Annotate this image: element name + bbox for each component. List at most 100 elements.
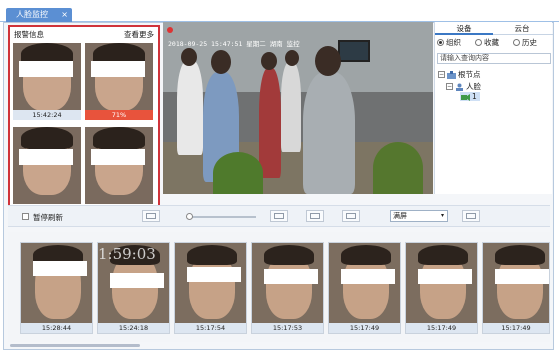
alarm-card[interactable]: 71% [85, 43, 153, 120]
person-head [315, 46, 341, 76]
collapse-icon[interactable]: − [438, 71, 445, 78]
zoom-slider[interactable] [186, 213, 256, 220]
layout-custom-button[interactable] [306, 210, 324, 222]
person-figure [303, 72, 355, 194]
alarm-card[interactable] [85, 127, 153, 204]
grid-icon [146, 213, 156, 219]
strip-scrollbar[interactable] [10, 344, 140, 347]
layout-3x3-button[interactable] [270, 210, 288, 222]
tab-bar: 人脸监控 × [0, 0, 559, 22]
capture-card[interactable]: 15:28:44 [20, 242, 93, 334]
person-figure [177, 60, 203, 155]
capture-strip: 15:28:44 1:59:03 15:24:18 15:17:54 15:17… [8, 232, 550, 342]
display-mode-select[interactable]: 满屏 ▾ [390, 210, 448, 222]
radio-label: 组织 [446, 38, 461, 47]
face-hair [495, 245, 545, 265]
capture-card[interactable]: 15:17:49 [405, 242, 478, 334]
alarm-card[interactable] [13, 127, 81, 204]
alarm-panel: 报警信息 查看更多 15:42:24 71% [8, 25, 160, 208]
camera-icon [461, 93, 470, 101]
display-mode-value: 满屏 [393, 212, 407, 220]
capture-time: 15:17:49 [483, 323, 549, 333]
capture-card[interactable]: 15:17:49 [328, 242, 401, 334]
layout-2x2-button[interactable] [142, 210, 160, 222]
capture-time: 15:17:49 [329, 323, 400, 333]
radio-favorites[interactable]: 收藏 [475, 37, 499, 48]
face-hair [418, 245, 468, 265]
face-hair [341, 245, 391, 265]
control-toolbar: 暂停刷新 满屏 ▾ [8, 205, 550, 227]
tab-devices[interactable]: 设备 [435, 22, 493, 35]
tree-node-camera-1[interactable]: 1 [460, 92, 480, 101]
face-hair [264, 245, 314, 265]
capture-card[interactable]: 15:17:54 [174, 242, 247, 334]
tab-face-monitor[interactable]: 人脸监控 × [6, 8, 72, 22]
privacy-mask [91, 149, 145, 165]
device-search-input[interactable]: 请输入查询内容 [437, 53, 551, 64]
capture-time: 15:17:53 [252, 323, 323, 333]
person-head [261, 52, 277, 70]
chevron-down-icon: ▾ [440, 212, 444, 219]
privacy-mask [19, 149, 73, 165]
device-panel: 设备 云台 组织 收藏 历史 请输入查询内容 − 根节点 − 人脸 1 [434, 22, 553, 194]
person-head [181, 48, 197, 66]
privacy-mask [19, 61, 73, 77]
alarm-card-similarity: 71% [85, 110, 153, 120]
close-icon[interactable]: × [61, 8, 68, 22]
tree-face-label: 人脸 [466, 82, 481, 91]
video-plant [373, 142, 423, 194]
tree-node-root[interactable]: − 根节点 [438, 69, 481, 80]
privacy-mask [33, 261, 87, 276]
radio-organization[interactable]: 组织 [437, 37, 461, 48]
person-head [285, 50, 299, 66]
tab-label: 人脸监控 [16, 10, 48, 19]
privacy-mask [110, 273, 164, 288]
view-more-link[interactable]: 查看更多 [124, 29, 154, 40]
video-plant [213, 152, 263, 194]
capture-card[interactable]: 15:17:49 [482, 242, 550, 334]
radio-history[interactable]: 历史 [513, 37, 537, 48]
capture-time: 15:24:18 [98, 323, 169, 333]
capture-time: 15:28:44 [21, 323, 92, 333]
capture-card[interactable]: 1:59:03 15:24:18 [97, 242, 170, 334]
person-head [211, 50, 231, 74]
privacy-mask [341, 269, 395, 284]
face-hair [21, 127, 73, 149]
radio-dot [475, 39, 482, 46]
video-osd-text: 2018-09-25 15:47:51 星期二 湖南 监控 [168, 40, 300, 48]
record-indicator-icon [167, 27, 173, 33]
view-mode-radios: 组织 收藏 历史 [437, 37, 553, 49]
capture-card[interactable]: 15:17:53 [251, 242, 324, 334]
radio-dot [513, 39, 520, 46]
tree-node-face[interactable]: − 人脸 [446, 81, 481, 92]
edit-icon [346, 213, 356, 219]
pause-refresh-label: 暂停刷新 [33, 213, 63, 222]
privacy-mask [264, 269, 318, 284]
privacy-mask [91, 61, 145, 77]
live-video-view[interactable]: 2018-09-25 15:47:51 星期二 湖南 监控 [163, 22, 433, 194]
pause-refresh-checkbox[interactable] [22, 213, 29, 220]
alarm-title: 报警信息 [14, 30, 44, 39]
person-figure [281, 62, 301, 152]
privacy-mask [187, 267, 241, 282]
person-figure [259, 68, 281, 178]
device-panel-tabs: 设备 云台 [435, 22, 553, 35]
alarm-header: 报警信息 查看更多 [14, 29, 156, 39]
layout-icon [310, 213, 320, 219]
edit-button[interactable] [342, 210, 360, 222]
slider-knob[interactable] [186, 213, 193, 220]
video-monitor-screen [338, 40, 370, 62]
capture-osd-text: 1:59:03 [98, 245, 156, 263]
capture-time: 15:17:49 [406, 323, 477, 333]
face-hair [93, 127, 145, 149]
privacy-mask [495, 269, 549, 284]
privacy-mask [418, 269, 472, 284]
radio-label: 收藏 [484, 38, 499, 47]
fullscreen-button[interactable] [462, 210, 480, 222]
alarm-card[interactable]: 15:42:24 [13, 43, 81, 120]
capture-time: 15:17:54 [175, 323, 246, 333]
collapse-icon[interactable]: − [446, 83, 453, 90]
grid-icon [274, 213, 284, 219]
tree-root-label: 根节点 [458, 70, 481, 79]
tab-ptz[interactable]: 云台 [493, 22, 551, 35]
